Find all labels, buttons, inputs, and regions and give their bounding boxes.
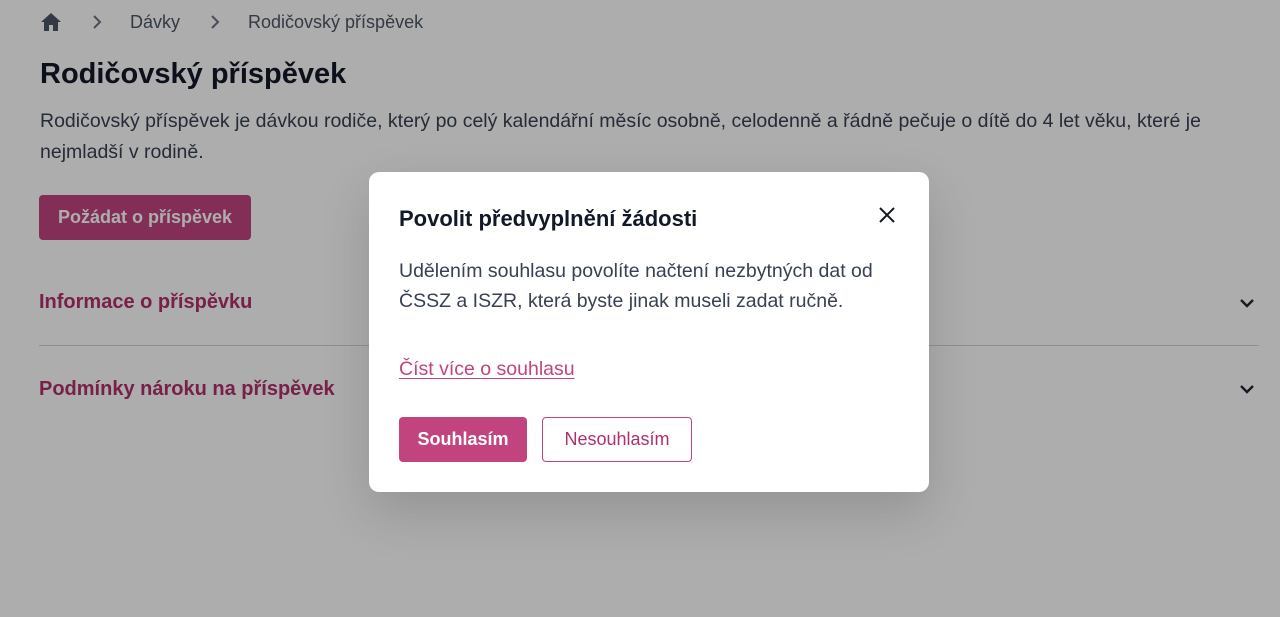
dialog-title: Povolit předvyplnění žádosti [399, 206, 698, 231]
disagree-button[interactable]: Nesouhlasím [542, 417, 692, 462]
consent-dialog: Povolit předvyplnění žádosti Udělením so… [369, 172, 929, 492]
dialog-body: Udělením souhlasu povolíte načtení nezby… [399, 260, 873, 312]
close-icon[interactable] [877, 205, 897, 225]
page: Dávky Rodičovský příspěvek Rodičovský př… [0, 0, 1280, 617]
agree-button[interactable]: Souhlasím [399, 417, 527, 462]
read-more-link[interactable]: Číst více o souhlasu [399, 358, 575, 381]
